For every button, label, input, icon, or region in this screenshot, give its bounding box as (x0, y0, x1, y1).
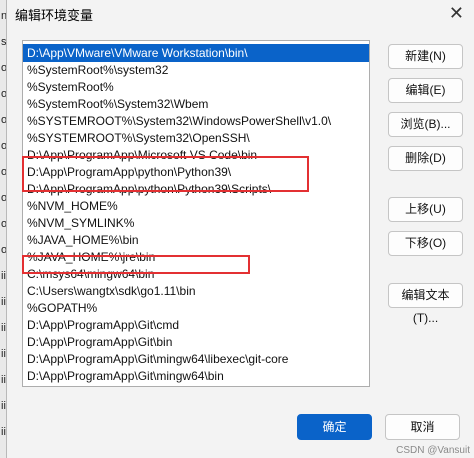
path-entry[interactable]: D:\App\ProgramApp\Git\bin (23, 333, 369, 351)
path-entry[interactable]: %SYSTEMROOT%\System32\WindowsPowerShell\… (23, 112, 369, 130)
path-entry[interactable]: %NVM_HOME% (23, 197, 369, 215)
watermark: CSDN @Vansuit (396, 445, 470, 456)
dialog-title: 编辑环境变量 (15, 8, 94, 23)
title-bar: 编辑环境变量 ✕ (7, 0, 474, 30)
path-entry[interactable]: D:\App\ProgramApp\python\Python39\ (23, 163, 369, 181)
move-down-button[interactable]: 下移(O) (388, 231, 463, 256)
move-up-button[interactable]: 上移(U) (388, 197, 463, 222)
edit-text-button[interactable]: 编辑文本(T)... (388, 283, 463, 325)
browse-button[interactable]: 浏览(B)... (388, 112, 463, 137)
path-entry[interactable]: %SYSTEMROOT%\System32\OpenSSH\ (23, 129, 369, 147)
path-entry[interactable]: D:\App\ProgramApp\Microsoft VS Code\bin (23, 146, 369, 164)
path-entry[interactable]: %GOPATH% (23, 299, 369, 317)
new-button[interactable]: 新建(N) (388, 44, 463, 69)
path-entry[interactable]: %NVM_SYMLINK% (23, 214, 369, 232)
path-entry[interactable]: %SystemRoot%\System32\Wbem (23, 95, 369, 113)
path-entry[interactable]: %JAVA_HOME%\bin (23, 231, 369, 249)
path-entry[interactable]: D:\App\VMware\VMware Workstation\bin\ (23, 44, 369, 62)
path-entry[interactable]: D:\App\ProgramApp\python\Python39\Script… (23, 180, 369, 198)
cancel-button[interactable]: 取消 (385, 414, 460, 440)
path-entry[interactable]: %SystemRoot% (23, 78, 369, 96)
edit-button[interactable]: 编辑(E) (388, 78, 463, 103)
path-entry[interactable]: C:\Users\wangtx\sdk\go1.11\bin (23, 282, 369, 300)
edit-env-var-dialog: 编辑环境变量 ✕ D:\App\VMware\VMware Workstatio… (6, 0, 474, 458)
path-entry[interactable]: %JAVA_HOME%\jre\bin (23, 248, 369, 266)
path-entry[interactable]: D:\App\ProgramApp\Git\mingw64\bin (23, 367, 369, 385)
path-entry[interactable]: D:\App\ProgramApp\Git\cmd (23, 316, 369, 334)
close-icon[interactable]: ✕ (449, 2, 464, 24)
path-list[interactable]: D:\App\VMware\VMware Workstation\bin\ %Sy… (22, 40, 370, 387)
path-entry[interactable]: %SystemRoot%\system32 (23, 61, 369, 79)
delete-button[interactable]: 删除(D) (388, 146, 463, 171)
path-entry[interactable]: C:\msys64\mingw64\bin (23, 265, 369, 283)
ok-button[interactable]: 确定 (297, 414, 372, 440)
path-entry[interactable]: D:\App\ProgramApp\Git\mingw64\libexec\gi… (23, 350, 369, 368)
